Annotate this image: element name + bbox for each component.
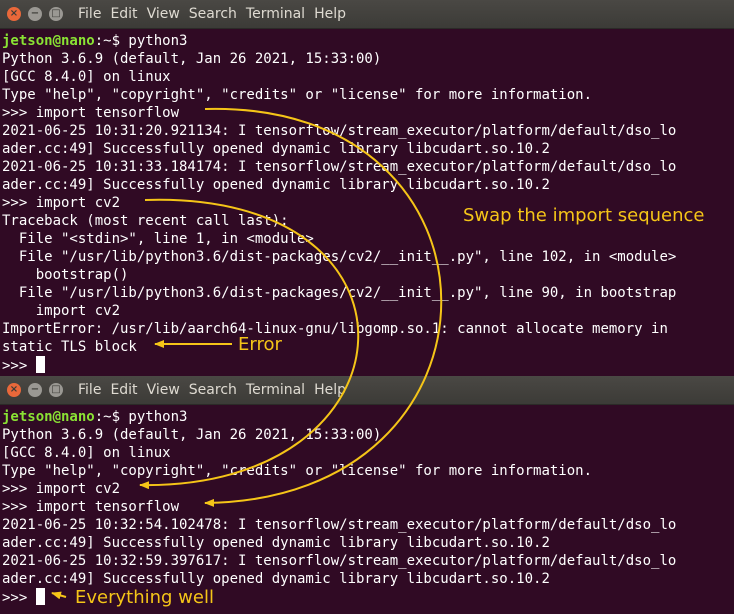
output-line: [GCC 8.4.0] on linux bbox=[2, 445, 171, 461]
maximize-icon[interactable]: □ bbox=[49, 7, 63, 21]
menu-file[interactable]: File bbox=[78, 376, 101, 404]
menu-search[interactable]: Search bbox=[189, 376, 237, 404]
python-prompt: >>> bbox=[2, 590, 36, 606]
shell-prompt-line: jetson@nano:~$ python3 bbox=[2, 32, 734, 50]
minimize-icon[interactable]: − bbox=[28, 383, 42, 397]
terminal-output[interactable]: jetson@nano:~$ python3 Python 3.6.9 (def… bbox=[2, 32, 734, 374]
menu-file[interactable]: File bbox=[78, 0, 101, 28]
title-bar[interactable]: × − □ File Edit View Search Terminal Hel… bbox=[0, 0, 734, 29]
menu-terminal[interactable]: Terminal bbox=[246, 0, 305, 28]
output-line: 2021-06-25 10:31:33.184174: I tensorflow… bbox=[2, 159, 677, 175]
menu-bar: File Edit View Search Terminal Help bbox=[78, 376, 355, 404]
swap-annotation: Swap the import sequence bbox=[463, 205, 705, 226]
shell-prompt-line: jetson@nano:~$ python3 bbox=[2, 408, 734, 426]
traceback-line: File "<stdin>", line 1, in <module> bbox=[2, 231, 314, 247]
python-input-line: >>> import tensorflow bbox=[2, 499, 180, 515]
output-line: Python 3.6.9 (default, Jan 26 2021, 15:3… bbox=[2, 427, 382, 443]
ok-annotation: Everything well bbox=[75, 587, 214, 608]
output-line: 2021-06-25 10:31:20.921134: I tensorflow… bbox=[2, 123, 677, 139]
error-line: static TLS block bbox=[2, 339, 137, 355]
menu-help[interactable]: Help bbox=[314, 376, 346, 404]
output-line: ader.cc:49] Successfully opened dynamic … bbox=[2, 571, 550, 587]
close-icon[interactable]: × bbox=[7, 383, 21, 397]
traceback-line: import cv2 bbox=[2, 303, 121, 319]
maximize-icon[interactable]: □ bbox=[49, 383, 63, 397]
python-input-line: >>> import cv2 bbox=[2, 481, 121, 497]
output-line: Type "help", "copyright", "credits" or "… bbox=[2, 87, 593, 103]
traceback-line: File "/usr/lib/python3.6/dist-packages/c… bbox=[2, 285, 677, 301]
terminal-output[interactable]: jetson@nano:~$ python3 Python 3.6.9 (def… bbox=[2, 408, 734, 606]
output-line: [GCC 8.4.0] on linux bbox=[2, 69, 171, 85]
menu-view[interactable]: View bbox=[147, 376, 180, 404]
text-cursor bbox=[35, 356, 45, 373]
menu-edit[interactable]: Edit bbox=[110, 376, 137, 404]
output-line: ader.cc:49] Successfully opened dynamic … bbox=[2, 535, 550, 551]
menu-bar: File Edit View Search Terminal Help bbox=[78, 0, 355, 28]
menu-edit[interactable]: Edit bbox=[110, 0, 137, 28]
menu-search[interactable]: Search bbox=[189, 0, 237, 28]
prompt-user: jetson@nano bbox=[2, 33, 95, 49]
prompt-command: :~$ python3 bbox=[94, 33, 188, 49]
close-icon[interactable]: × bbox=[7, 7, 21, 21]
minimize-icon[interactable]: − bbox=[28, 7, 42, 21]
text-cursor bbox=[35, 588, 45, 605]
python-prompt-line[interactable]: >>> bbox=[2, 356, 734, 374]
output-line: 2021-06-25 10:32:54.102478: I tensorflow… bbox=[2, 517, 677, 533]
terminal-window-bottom: × − □ File Edit View Search Terminal Hel… bbox=[0, 376, 734, 614]
prompt-command: :~$ python3 bbox=[94, 409, 188, 425]
menu-help[interactable]: Help bbox=[314, 0, 346, 28]
python-prompt: >>> bbox=[2, 358, 36, 374]
title-bar[interactable]: × − □ File Edit View Search Terminal Hel… bbox=[0, 376, 734, 405]
error-annotation: Error bbox=[238, 334, 282, 355]
traceback-line: File "/usr/lib/python3.6/dist-packages/c… bbox=[2, 249, 677, 265]
python-input-line: >>> import tensorflow bbox=[2, 105, 180, 121]
menu-terminal[interactable]: Terminal bbox=[246, 376, 305, 404]
prompt-user: jetson@nano bbox=[2, 409, 95, 425]
output-line: Python 3.6.9 (default, Jan 26 2021, 15:3… bbox=[2, 51, 382, 67]
output-line: Type "help", "copyright", "credits" or "… bbox=[2, 463, 593, 479]
output-line: 2021-06-25 10:32:59.397617: I tensorflow… bbox=[2, 553, 677, 569]
terminal-window-top: × − □ File Edit View Search Terminal Hel… bbox=[0, 0, 734, 376]
menu-view[interactable]: View bbox=[147, 0, 180, 28]
error-line: ImportError: /usr/lib/aarch64-linux-gnu/… bbox=[2, 321, 668, 337]
output-line: ader.cc:49] Successfully opened dynamic … bbox=[2, 177, 550, 193]
output-line: ader.cc:49] Successfully opened dynamic … bbox=[2, 141, 550, 157]
traceback-line: bootstrap() bbox=[2, 267, 129, 283]
